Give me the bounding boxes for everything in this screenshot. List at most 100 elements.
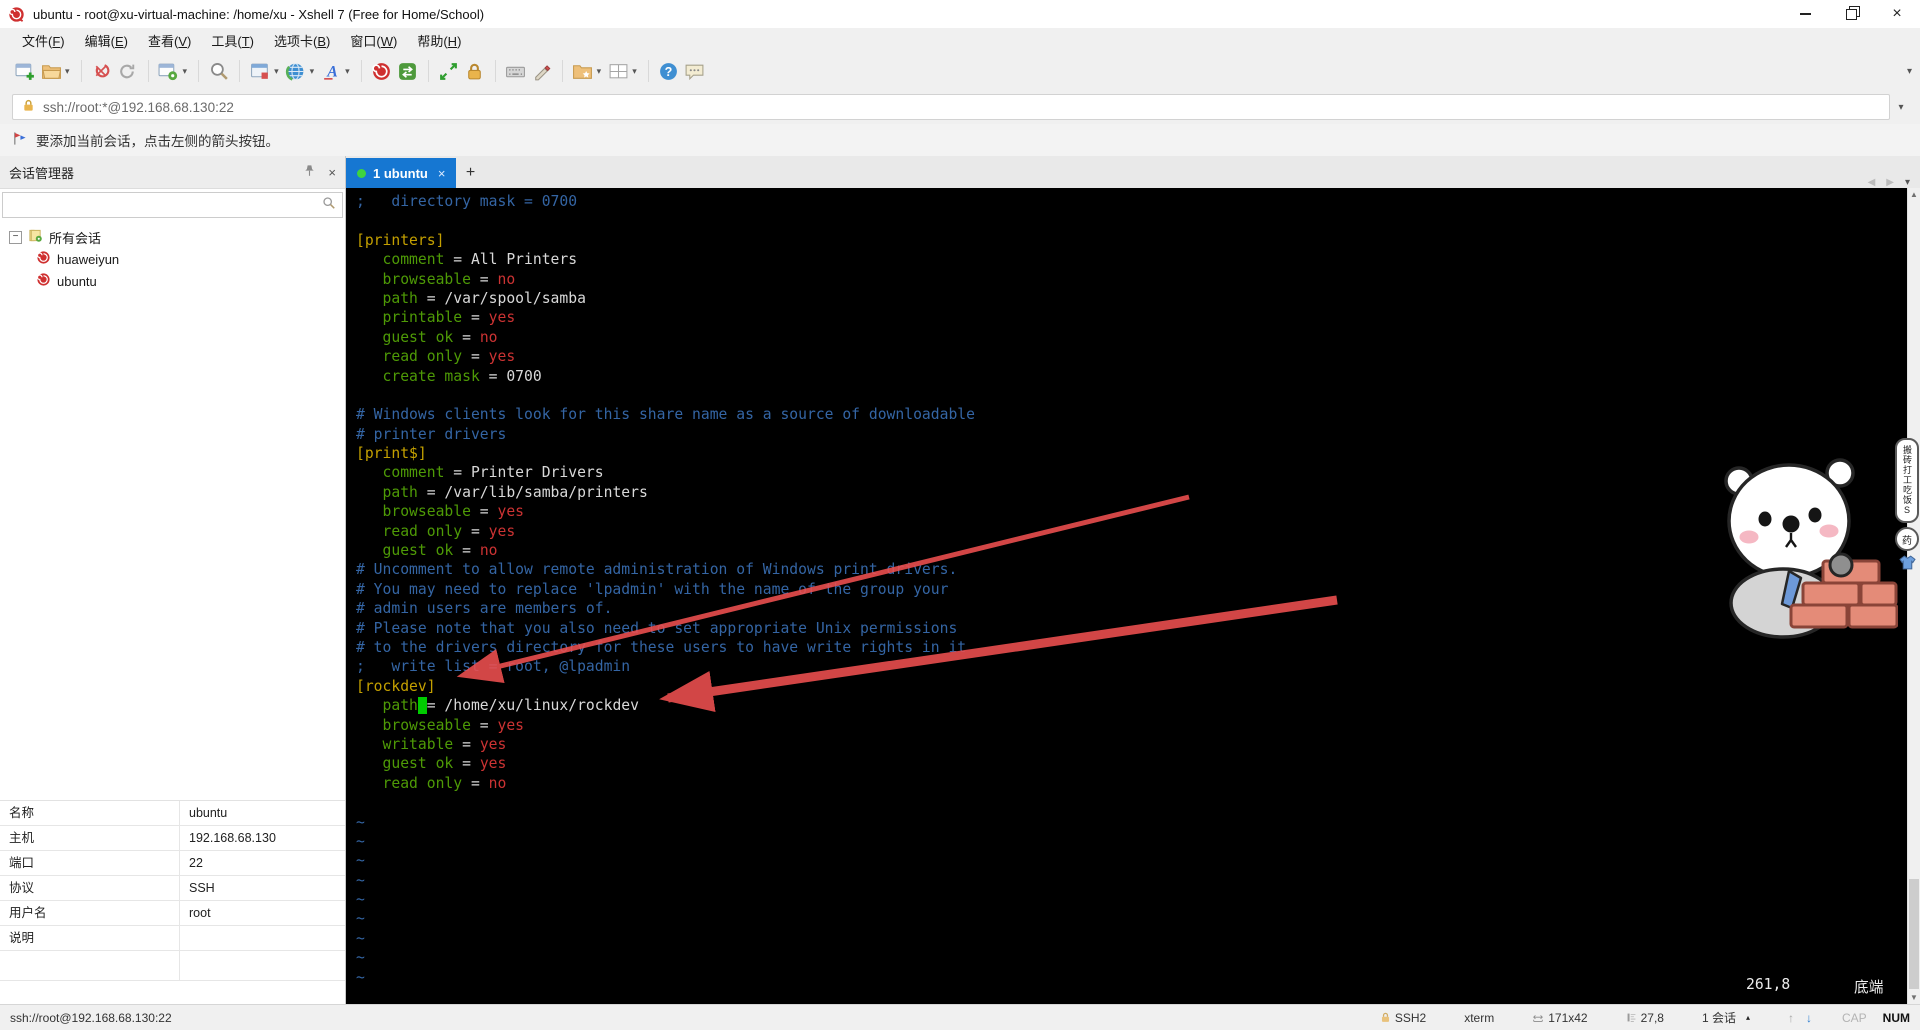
- status-connection: ssh://root@192.168.68.130:22: [10, 1011, 172, 1025]
- reconnect-icon[interactable]: [115, 58, 141, 84]
- compose-icon[interactable]: [529, 58, 555, 84]
- terminal-line: guest ok = yes: [356, 754, 1908, 773]
- scrollbar-thumb[interactable]: [1909, 879, 1919, 989]
- new-tab-button[interactable]: +: [456, 158, 484, 188]
- address-dropdown-button[interactable]: ▾: [1890, 102, 1912, 113]
- terminal-line: # Please note that you also need to set …: [356, 619, 1908, 638]
- disconnect-icon[interactable]: [89, 58, 115, 84]
- feedback-icon[interactable]: [682, 58, 708, 84]
- close-button[interactable]: ×: [1874, 0, 1920, 28]
- terminal-line: [356, 793, 1908, 812]
- property-row-4: 用户名root: [0, 901, 345, 926]
- web-icon[interactable]: [283, 58, 309, 84]
- status-num-lock: NUM: [1883, 1011, 1910, 1025]
- panel-header: 会话管理器 ×: [0, 156, 345, 189]
- new-terminal-icon[interactable]: [247, 58, 273, 84]
- terminal-line: create mask = 0700: [356, 367, 1908, 386]
- menu-item-v[interactable]: 查看(V): [138, 28, 201, 53]
- tree-item-huaweiyun[interactable]: huaweiyun: [0, 248, 345, 270]
- shirt-icon: [1899, 555, 1916, 575]
- terminal-line: ~: [356, 909, 1908, 928]
- scroll-down-icon[interactable]: ▼: [1908, 991, 1920, 1005]
- tree-root-label: 所有会话: [49, 228, 101, 247]
- panel-close-icon[interactable]: ×: [328, 165, 336, 180]
- virtual-keyboard-icon[interactable]: [503, 58, 529, 84]
- content-area: 1 ubuntu × + ◀ ▶ ▾ ; directory mask = 07…: [346, 156, 1920, 1005]
- new-session-icon[interactable]: [12, 58, 38, 84]
- dropdown-arrow-icon[interactable]: ▾: [274, 66, 279, 77]
- terminal-line: read only = yes: [356, 347, 1908, 366]
- dropdown-arrow-icon[interactable]: ▾: [597, 66, 602, 77]
- minimize-button[interactable]: [1782, 0, 1828, 28]
- terminal-line: ; write list = root, @lpadmin: [356, 657, 1908, 676]
- upload-arrow-icon: ↑: [1788, 1011, 1794, 1025]
- terminal-line: # to the drivers directory for these use…: [356, 638, 1908, 657]
- layout-icon[interactable]: [605, 58, 631, 84]
- terminal-line: guest ok = no: [356, 541, 1908, 560]
- sticker-badge-text: 搬砖打工吃饭S: [1902, 445, 1912, 516]
- pin-icon[interactable]: [303, 164, 316, 180]
- terminal[interactable]: ; directory mask = 0700 [printers] comme…: [346, 188, 1908, 1005]
- find-icon[interactable]: [206, 58, 232, 84]
- tab-title: 1 ubuntu: [373, 166, 428, 181]
- tree-root-all-sessions[interactable]: − 所有会话: [0, 226, 345, 248]
- dropdown-arrow-icon[interactable]: ▾: [183, 66, 188, 77]
- menu-item-w[interactable]: 窗口(W): [340, 28, 407, 53]
- tab-scroll-left-icon[interactable]: ◀: [1868, 177, 1876, 188]
- terminal-line: printable = yes: [356, 308, 1908, 327]
- dropdown-arrow-icon[interactable]: ▾: [632, 66, 637, 77]
- tree-collapse-icon[interactable]: −: [9, 231, 22, 244]
- xftp-icon[interactable]: [395, 58, 421, 84]
- terminal-line: [356, 386, 1908, 405]
- tab-ubuntu[interactable]: 1 ubuntu ×: [346, 158, 456, 188]
- property-row-3: 协议SSH: [0, 876, 345, 901]
- font-icon[interactable]: A: [318, 58, 344, 84]
- xshell-logo-icon: [8, 6, 25, 23]
- property-row-2: 端口22: [0, 851, 345, 876]
- tab-scroll-right-icon[interactable]: ▶: [1886, 177, 1894, 188]
- session-properties-icon[interactable]: [156, 58, 182, 84]
- terminal-line: [356, 211, 1908, 230]
- terminal-line: ~: [356, 948, 1908, 967]
- menu-item-b[interactable]: 选项卡(B): [264, 28, 340, 53]
- dropdown-arrow-icon[interactable]: ▾: [345, 66, 350, 77]
- tree-item-ubuntu[interactable]: ubuntu: [0, 270, 345, 292]
- terminal-line: writable = yes: [356, 735, 1908, 754]
- menu-item-e[interactable]: 编辑(E): [75, 28, 138, 53]
- session-search-input[interactable]: [2, 192, 343, 218]
- terminal-scrollbar[interactable]: ▲ ▼: [1907, 188, 1920, 1005]
- terminal-line: # Windows clients look for this share na…: [356, 405, 1908, 424]
- sticker-badge-pill: 药: [1895, 527, 1919, 551]
- bear-sticker: [1703, 445, 1898, 650]
- lock-screen-icon[interactable]: [462, 58, 488, 84]
- tab-navigation: ◀ ▶ ▾: [1868, 177, 1920, 188]
- fullscreen-icon[interactable]: [436, 58, 462, 84]
- vim-ruler-position: 261,8: [1746, 976, 1790, 993]
- terminal-line: browseable = yes: [356, 716, 1908, 735]
- info-bar: 要添加当前会话，点击左侧的箭头按钮。: [0, 124, 1920, 157]
- address-bar[interactable]: ssh://root:*@192.168.68.130:22: [12, 94, 1890, 120]
- open-folder-icon[interactable]: [38, 58, 64, 84]
- restore-button[interactable]: [1828, 0, 1874, 28]
- sticker-badge-capsule: 搬砖打工吃饭S: [1895, 438, 1919, 523]
- menu-bar: 文件(F)编辑(E)查看(V)工具(T)选项卡(B)窗口(W)帮助(H): [0, 28, 1920, 52]
- xshell-icon[interactable]: [369, 58, 395, 84]
- cursor-position-icon: [1626, 1012, 1637, 1023]
- tab-close-icon[interactable]: ×: [438, 166, 446, 181]
- menu-item-f[interactable]: 文件(F): [12, 28, 75, 53]
- menu-item-t[interactable]: 工具(T): [201, 28, 264, 53]
- property-value: 22: [180, 851, 203, 875]
- terminal-line: # Uncomment to allow remote administrati…: [356, 560, 1908, 579]
- property-label: 端口: [0, 851, 180, 875]
- menu-item-h[interactable]: 帮助(H): [407, 28, 471, 53]
- status-session-count[interactable]: 1 会话▴: [1702, 1009, 1750, 1026]
- scroll-up-icon[interactable]: ▲: [1908, 188, 1920, 202]
- new-folder-icon[interactable]: [570, 58, 596, 84]
- tab-list-dropdown-icon[interactable]: ▾: [1905, 177, 1910, 188]
- dropdown-arrow-icon[interactable]: ▾: [65, 66, 70, 77]
- terminal-line: path = /home/xu/linux/rockdev: [356, 696, 1908, 715]
- toolbar-overflow-button[interactable]: ▾: [1907, 66, 1920, 77]
- dropdown-arrow-icon[interactable]: ▾: [310, 66, 315, 77]
- session-properties-table: 名称ubuntu主机192.168.68.130端口22协议SSH用户名root…: [0, 800, 345, 981]
- help-icon[interactable]: ?: [656, 58, 682, 84]
